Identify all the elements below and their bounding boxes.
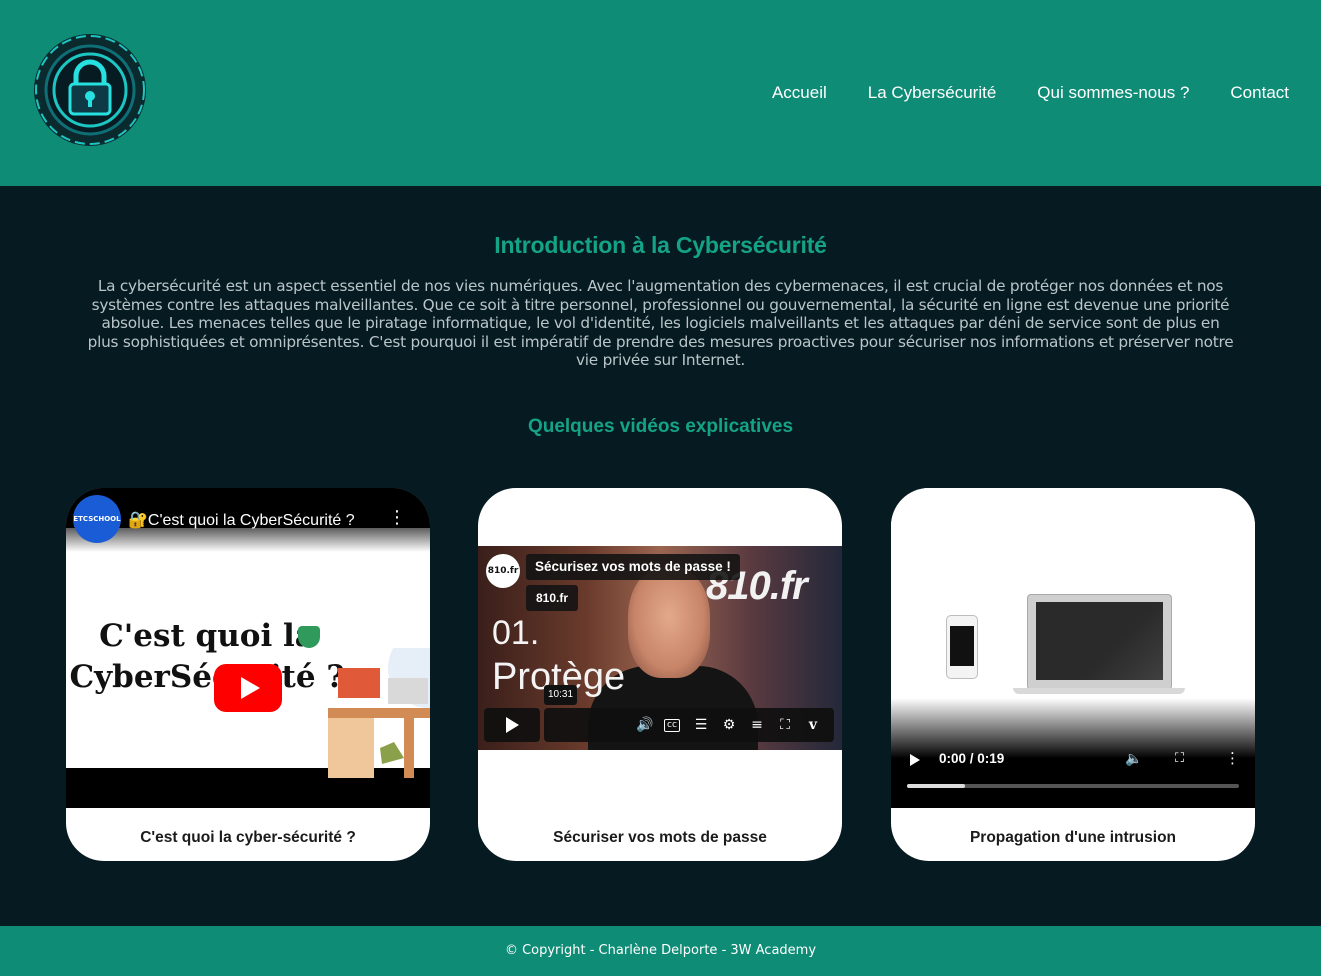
fullscreen-icon[interactable]: ⛶ xyxy=(776,716,794,734)
settings-gear-icon[interactable]: ⚙ xyxy=(720,716,738,734)
desk-illustration-icon xyxy=(328,648,430,778)
volume-icon[interactable]: 🔊 xyxy=(636,716,654,734)
videos-section-title: Quelques vidéos explicatives xyxy=(527,416,794,437)
copyright-text: © Copyright - Charlène Delporte - 3W Aca… xyxy=(504,943,817,958)
more-options-icon[interactable]: ⋮ xyxy=(388,508,406,528)
vimeo-video-title[interactable]: Sécurisez vos mots de passe ! xyxy=(526,554,740,580)
video-card-mots-de-passe: 810.fr 01. Protège 810.fr Sécurisez vos … xyxy=(478,488,842,861)
vimeo-logo-icon[interactable]: v xyxy=(804,716,822,734)
play-icon[interactable] xyxy=(910,754,920,766)
video-thumbnail[interactable]: C'est quoi la CyberSécurité ? xyxy=(66,528,430,778)
seek-bar[interactable] xyxy=(907,784,1239,788)
nav-link-qui-sommes-nous[interactable]: Qui sommes-nous ? xyxy=(1037,82,1189,104)
nav-link-cybersecurite[interactable]: La Cybersécurité xyxy=(868,82,997,104)
page-title: Introduction à la Cybersécurité xyxy=(494,232,827,258)
video-number-text: 01. xyxy=(492,614,540,652)
video-caption: Propagation d'une intrusion xyxy=(969,829,1177,846)
padlock-logo-icon[interactable] xyxy=(28,32,152,148)
video-caption: Sécuriser vos mots de passe xyxy=(553,829,767,846)
channel-avatar[interactable]: ETCSCHOOL xyxy=(73,495,121,543)
transcript-icon[interactable]: ☰ xyxy=(692,716,710,734)
html5-video-player[interactable]: 0:00 / 0:19 🔈 ⛶ ⋮ xyxy=(891,488,1255,808)
video-card-intrusion: 0:00 / 0:19 🔈 ⛶ ⋮ Propagation d'une intr… xyxy=(891,488,1255,861)
shield-icon xyxy=(298,626,320,648)
vimeo-player[interactable]: 810.fr 01. Protège 810.fr Sécurisez vos … xyxy=(478,546,842,750)
intro-paragraph: La cybersécurité est un aspect essentiel… xyxy=(87,277,1234,369)
vimeo-controls: 10:31 🔊 cc ☰ ⚙ ≡ ⛶ v xyxy=(484,685,834,742)
more-options-icon[interactable]: ⋮ xyxy=(1225,749,1240,767)
laptop-illustration xyxy=(1027,594,1172,690)
mute-icon[interactable]: 🔈 xyxy=(1125,751,1142,767)
html5-controls: 0:00 / 0:19 🔈 ⛶ ⋮ xyxy=(891,743,1255,803)
video-time: 0:00 / 0:19 xyxy=(939,751,1005,766)
main-nav: Accueil La Cybersécurité Qui sommes-nous… xyxy=(731,82,1289,104)
video-caption: C'est quoi la cyber-sécurité ? xyxy=(140,829,356,846)
video-duration: 10:31 xyxy=(544,685,578,705)
nav-link-accueil[interactable]: Accueil xyxy=(772,82,827,104)
site-footer: © Copyright - Charlène Delporte - 3W Aca… xyxy=(0,926,1321,976)
site-header: Accueil La Cybersécurité Qui sommes-nous… xyxy=(0,0,1321,186)
channel-avatar[interactable]: 810.fr xyxy=(486,554,520,588)
smartphone-illustration xyxy=(946,615,978,679)
video-card-cyber-securite: C'est quoi la CyberSécurité ? ETCSCHOOL … xyxy=(66,488,430,861)
chapters-list-icon[interactable]: ≡ xyxy=(748,716,766,734)
seek-progress xyxy=(907,784,965,788)
nav-link-contact[interactable]: Contact xyxy=(1230,82,1289,104)
captions-icon[interactable]: cc xyxy=(664,719,680,732)
youtube-player[interactable]: C'est quoi la CyberSécurité ? ETCSCHOOL … xyxy=(66,488,430,808)
youtube-video-title[interactable]: 🔐C'est quoi la CyberSécurité ? xyxy=(128,510,388,530)
laptop-base xyxy=(1013,688,1185,694)
youtube-play-button[interactable] xyxy=(214,664,282,712)
play-button[interactable] xyxy=(484,708,540,742)
vimeo-owner-name[interactable]: 810.fr xyxy=(526,585,579,611)
fullscreen-icon[interactable]: ⛶ xyxy=(1175,751,1184,766)
presenter-face xyxy=(628,566,710,678)
